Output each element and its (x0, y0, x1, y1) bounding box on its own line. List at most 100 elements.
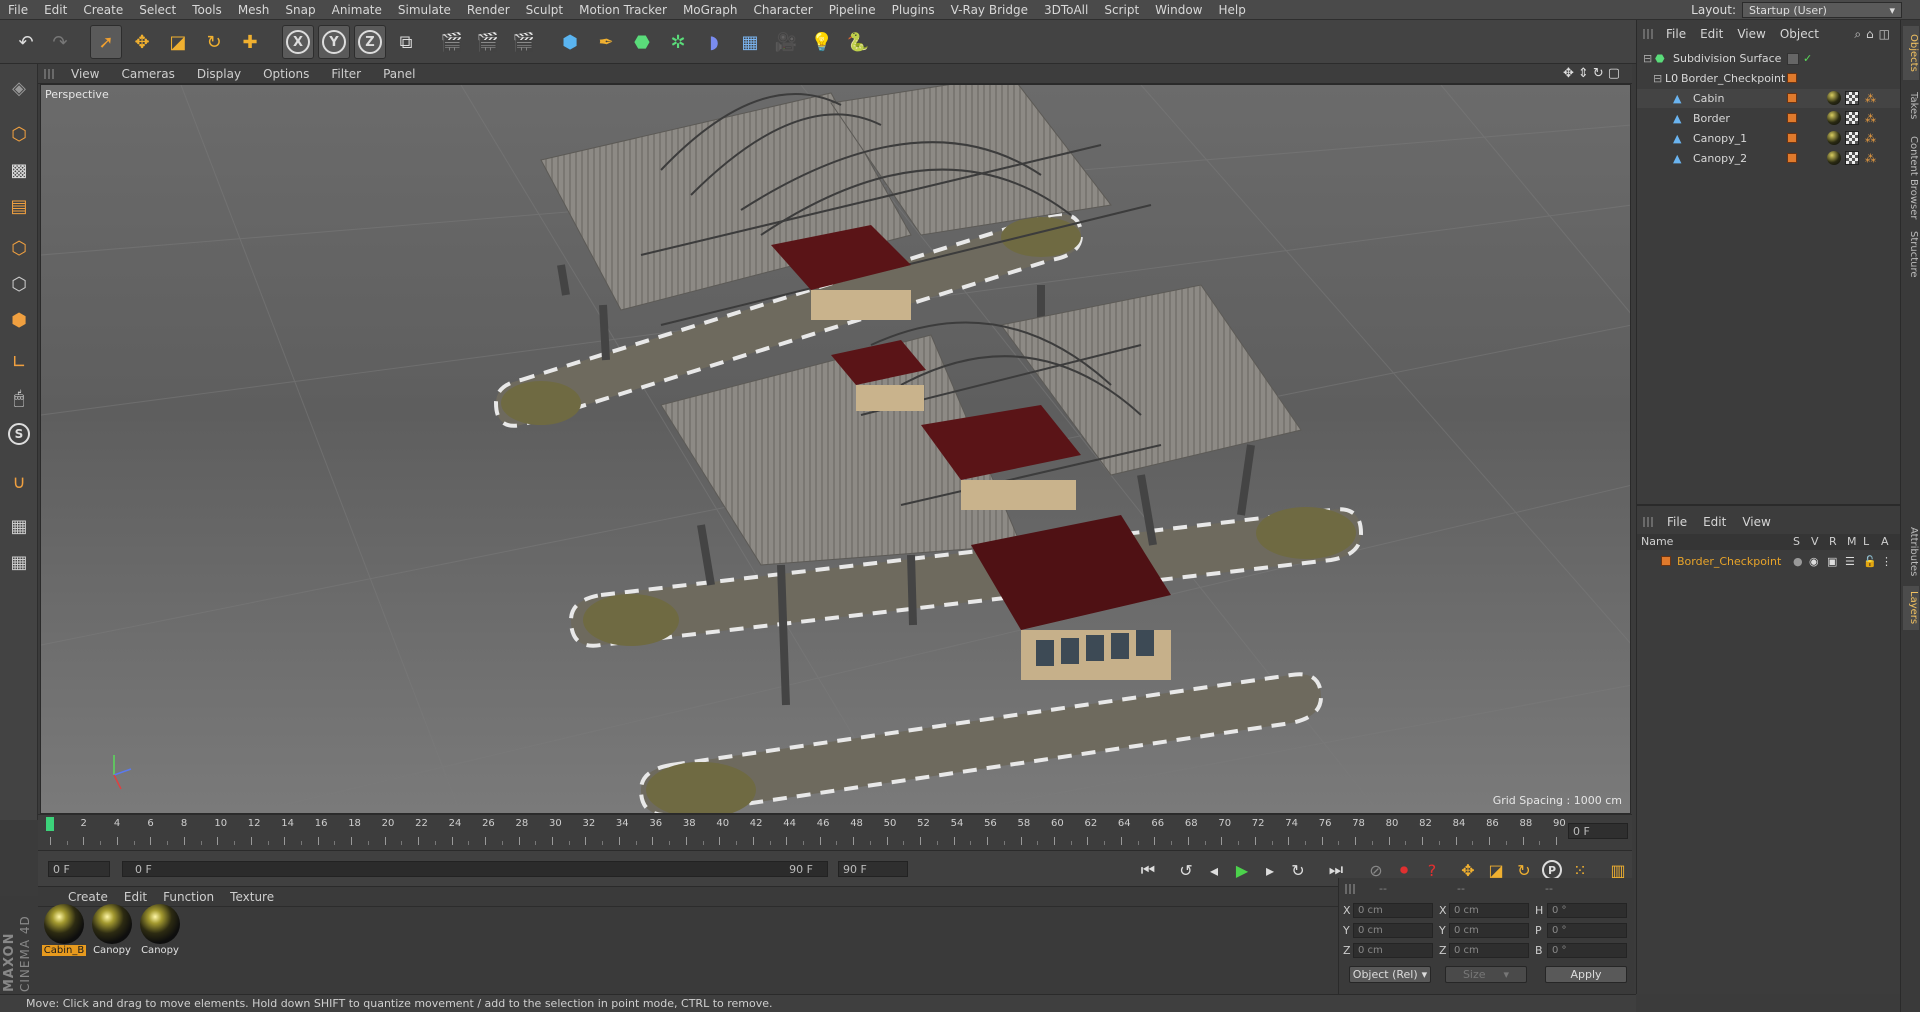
material-tag-icon[interactable] (1827, 131, 1841, 145)
object-menu-file[interactable]: File (1659, 27, 1693, 41)
x-axis-lock-button[interactable]: X (282, 25, 314, 59)
perspective-viewport[interactable]: Perspective Grid Spacing : 1000 cm (40, 84, 1631, 814)
polygons-mode-button[interactable]: ⬢ (3, 304, 35, 336)
tab-layers[interactable]: Layers (1903, 586, 1919, 630)
cube-object-button[interactable]: ⬢ (554, 25, 586, 59)
render-picture-viewer-button[interactable]: 🎬 (472, 25, 504, 59)
go-to-start-button[interactable]: ⏮ (1136, 858, 1160, 882)
position-x-field[interactable]: 0 cm (1353, 903, 1433, 918)
planar-workplane-button[interactable]: ▦ (3, 546, 35, 578)
undo-button[interactable]: ↶ (10, 25, 42, 59)
timeline-ruler[interactable]: 0246810121416182022242628303234363840424… (38, 814, 1632, 850)
menu-script[interactable]: Script (1096, 3, 1147, 17)
rotate-tool-button[interactable]: ↻ (198, 25, 230, 59)
recent-tool-button[interactable]: ✚ (234, 25, 266, 59)
material-swatch-canopy-2[interactable]: Canopy (138, 902, 182, 958)
menu-motion-tracker[interactable]: Motion Tracker (571, 3, 675, 17)
camera-button[interactable]: 🎥 (770, 25, 802, 59)
layer-color-swatch[interactable] (1787, 113, 1797, 123)
enabled-check-icon[interactable]: ✓ (1803, 52, 1812, 65)
material-tag-icon[interactable] (1827, 111, 1841, 125)
search-home-icons[interactable]: ⌕⌂◫ (1854, 27, 1895, 42)
play-button[interactable]: ▶ (1230, 858, 1254, 882)
layer-menu-view[interactable]: View (1734, 515, 1778, 529)
menu-window[interactable]: Window (1147, 3, 1210, 17)
tab-objects[interactable]: Objects (1903, 26, 1919, 80)
menu-plugins[interactable]: Plugins (884, 3, 943, 17)
cloner-button[interactable]: ✲ (662, 25, 694, 59)
menu-file[interactable]: File (0, 3, 36, 17)
selection-tag-icon[interactable]: ⁂ (1865, 92, 1876, 105)
rotation-p-field[interactable]: 0 ° (1547, 923, 1627, 938)
object-menu-object[interactable]: Object (1773, 27, 1826, 41)
model-mode-button[interactable]: ⬡ (3, 118, 35, 150)
layer-menu-file[interactable]: File (1659, 515, 1695, 529)
uvw-tag-icon[interactable] (1845, 131, 1859, 145)
menu-animate[interactable]: Animate (324, 3, 390, 17)
menu-mesh[interactable]: Mesh (230, 3, 278, 17)
layer-color-swatch[interactable] (1787, 93, 1797, 103)
coordinate-mode-dropdown[interactable]: Object (Rel) ▾ (1349, 966, 1431, 983)
viewport-menu-view[interactable]: View (60, 67, 110, 81)
selection-tag-icon[interactable]: ⁂ (1865, 132, 1876, 145)
viewport-menu-panel[interactable]: Panel (372, 67, 426, 81)
layout-dropdown[interactable]: Startup (User) ▾ (1742, 2, 1902, 18)
menu-snap[interactable]: Snap (277, 3, 323, 17)
animation-toggle-icon[interactable]: ⋮ (1881, 555, 1892, 568)
menu-render[interactable]: Render (459, 3, 518, 17)
start-frame-field[interactable]: 0 F (48, 861, 110, 877)
layer-color-swatch[interactable] (1787, 153, 1797, 163)
python-button[interactable]: 🐍 (842, 25, 874, 59)
viewport-menu-cameras[interactable]: Cameras (110, 67, 185, 81)
menu-mograph[interactable]: MoGraph (675, 3, 746, 17)
menu-simulate[interactable]: Simulate (390, 3, 459, 17)
position-y-field[interactable]: 0 cm (1353, 923, 1433, 938)
object-row-canopy-1[interactable]: ▲ Canopy_1 ⁂ (1637, 129, 1901, 148)
scale-tool-button[interactable]: ◪ (162, 25, 194, 59)
layer-color-swatch[interactable] (1661, 556, 1671, 566)
playhead-marker[interactable] (46, 817, 54, 831)
end-frame-field[interactable]: 90 F (838, 861, 908, 877)
size-z-field[interactable]: 0 cm (1449, 943, 1529, 958)
menu-vray-bridge[interactable]: V-Ray Bridge (943, 3, 1036, 17)
layer-color-swatch[interactable] (1787, 73, 1797, 83)
menu-select[interactable]: Select (131, 3, 184, 17)
floor-button[interactable]: ▦ (734, 25, 766, 59)
apply-button[interactable]: Apply (1545, 966, 1627, 983)
size-mode-dropdown[interactable]: Size ▾ (1445, 966, 1527, 983)
material-swatch-canopy-1[interactable]: Canopy (90, 902, 134, 958)
menu-pipeline[interactable]: Pipeline (821, 3, 884, 17)
y-axis-lock-button[interactable]: Y (318, 25, 350, 59)
axis-mode-button[interactable]: ∟ (3, 346, 35, 378)
position-z-field[interactable]: 0 cm (1353, 943, 1433, 958)
menu-create[interactable]: Create (75, 3, 131, 17)
uvw-tag-icon[interactable] (1845, 151, 1859, 165)
frame-range-slider[interactable]: 0 F 90 F (122, 861, 828, 877)
viewport-menu-options[interactable]: Options (252, 67, 320, 81)
prev-key-button[interactable]: ↺ (1174, 858, 1198, 882)
redo-button[interactable]: ↷ (44, 25, 76, 59)
live-selection-button[interactable]: ➚ (90, 25, 122, 59)
size-x-field[interactable]: 0 cm (1449, 903, 1529, 918)
prev-frame-button[interactable]: ◂ (1202, 858, 1226, 882)
tab-attributes[interactable]: Attributes (1903, 520, 1919, 584)
material-tag-icon[interactable] (1827, 151, 1841, 165)
layer-color-swatch[interactable] (1787, 133, 1797, 143)
tab-takes[interactable]: Takes (1903, 82, 1919, 130)
menu-tools[interactable]: Tools (184, 3, 230, 17)
solo-toggle-icon[interactable]: ● (1793, 555, 1803, 568)
menu-3dtoall[interactable]: 3DToAll (1036, 3, 1096, 17)
menu-character[interactable]: Character (745, 3, 820, 17)
make-editable-button[interactable]: ◈ (3, 72, 35, 104)
deformer-button[interactable]: ◗ (698, 25, 730, 59)
object-row-canopy-2[interactable]: ▲ Canopy_2 ⁂ (1637, 149, 1901, 168)
workplane-mode-button[interactable]: ▤ (3, 190, 35, 222)
edges-mode-button[interactable]: ⬡ (3, 268, 35, 300)
texture-mode-button[interactable]: ▩ (3, 154, 35, 186)
spline-pen-button[interactable]: ✒ (590, 25, 622, 59)
selection-tag-icon[interactable]: ⁂ (1865, 152, 1876, 165)
viewport-nav-icons[interactable]: ✥⇕↻▢ (1563, 66, 1624, 81)
tab-structure[interactable]: Structure (1903, 226, 1919, 282)
size-y-field[interactable]: 0 cm (1449, 923, 1529, 938)
tweak-mode-button[interactable]: 🖱 (3, 382, 35, 414)
